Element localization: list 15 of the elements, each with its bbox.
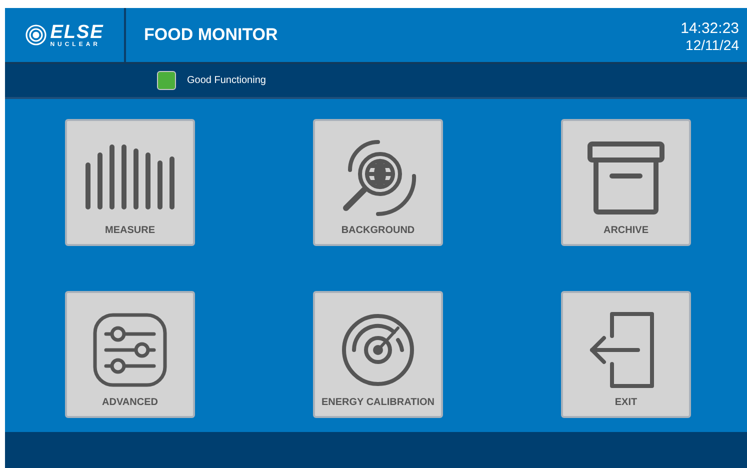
gauge-icon: [340, 312, 416, 388]
menu-tile-button[interactable]: BACKGROUND: [312, 119, 443, 246]
status-text: Good Functioning: [187, 74, 266, 88]
sliders-icon: [92, 312, 168, 388]
menu-tile-button[interactable]: ADVANCED: [65, 291, 195, 418]
clock-date: 12/11/24: [686, 37, 739, 53]
menu-tile-button[interactable]: ENERGY CALIBRATION: [312, 291, 443, 418]
menu-tile-button[interactable]: EXIT: [561, 291, 691, 418]
app-title: FOOD MONITOR: [144, 24, 278, 46]
menu-tile-button[interactable]: MEASURE: [65, 119, 195, 246]
logo-icon: [25, 24, 48, 46]
archive-box-icon: [586, 140, 666, 216]
clock-time: 14:32:23: [680, 21, 739, 37]
logo-text: ELSE: [50, 22, 104, 42]
menu-tile-button[interactable]: ARCHIVE: [561, 119, 691, 246]
